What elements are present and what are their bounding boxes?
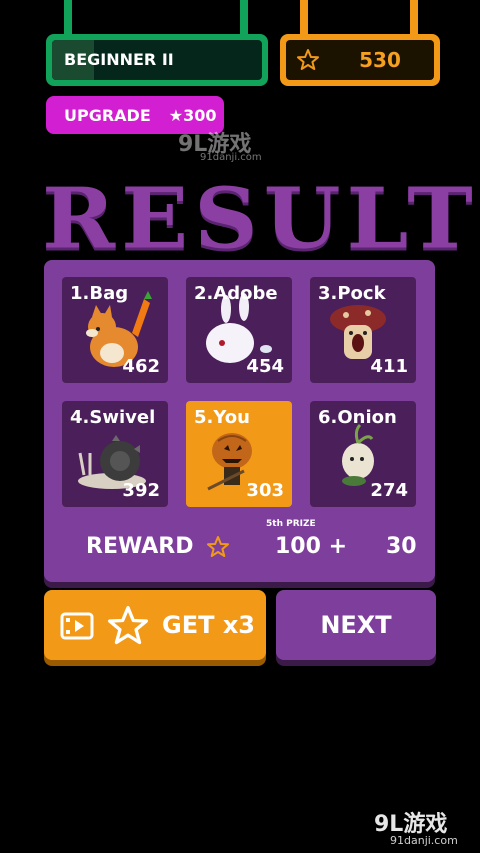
player-score: 274 <box>370 480 408 501</box>
get-x3-button[interactable]: GET x3 <box>44 590 266 660</box>
player-card-1: 1.Bag 462 <box>62 277 168 383</box>
star-icon <box>297 49 319 70</box>
watermark-site-text: 91danji.com <box>390 834 458 847</box>
player-card-5-you: 5.You 303 <box>186 401 292 507</box>
watermark-site-text: 91danji.com <box>200 152 262 163</box>
player-score: 411 <box>370 356 408 377</box>
bonus-value: 30 <box>386 534 417 559</box>
prize-value: 100 + <box>275 534 348 559</box>
player-score: 303 <box>246 480 284 501</box>
reward-label: REWARD <box>86 534 194 559</box>
get-x3-label: GET x3 <box>162 611 255 639</box>
watermark-logo-top: 9L游戏 91danji.com <box>178 126 274 166</box>
player-name: 6.Onion <box>318 407 397 428</box>
coin-value: 530 <box>359 48 401 72</box>
player-card-4: 4.Swivel 392 <box>62 401 168 507</box>
coin-hanger-right <box>410 0 418 36</box>
player-card-3: 3.Pock 411 <box>310 277 416 383</box>
upgrade-label: UPGRADE <box>64 105 151 125</box>
result-title: RESULT <box>42 168 479 268</box>
prize-tag: 5th PRIZE <box>266 519 316 529</box>
player-name: 3.Pock <box>318 283 386 304</box>
player-name: 5.You <box>194 407 250 428</box>
player-score: 462 <box>122 356 160 377</box>
rank-progress-bar: BEGINNER II <box>46 34 268 86</box>
rank-bar-hanger-left <box>64 0 72 36</box>
video-icon <box>60 612 94 640</box>
upgrade-cost: ★300 <box>168 105 217 125</box>
star-icon <box>108 606 148 645</box>
player-name: 4.Swivel <box>70 407 156 428</box>
coin-counter: 530 <box>280 34 440 86</box>
star-icon <box>207 536 229 557</box>
player-score: 392 <box>122 480 160 501</box>
player-name: 1.Bag <box>70 283 129 304</box>
coin-hanger-left <box>300 0 308 36</box>
next-label: NEXT <box>320 611 392 639</box>
player-name: 2.Adobe <box>194 283 278 304</box>
player-score: 454 <box>246 356 284 377</box>
player-card-6: 6.Onion 274 <box>310 401 416 507</box>
player-card-2: 2.Adobe 454 <box>186 277 292 383</box>
rank-bar-hanger-right <box>240 0 248 36</box>
rank-label: BEGINNER II <box>64 50 174 69</box>
next-button[interactable]: NEXT <box>276 590 436 660</box>
watermark-logo-bottom: 9L游戏 91danji.com <box>374 806 470 847</box>
